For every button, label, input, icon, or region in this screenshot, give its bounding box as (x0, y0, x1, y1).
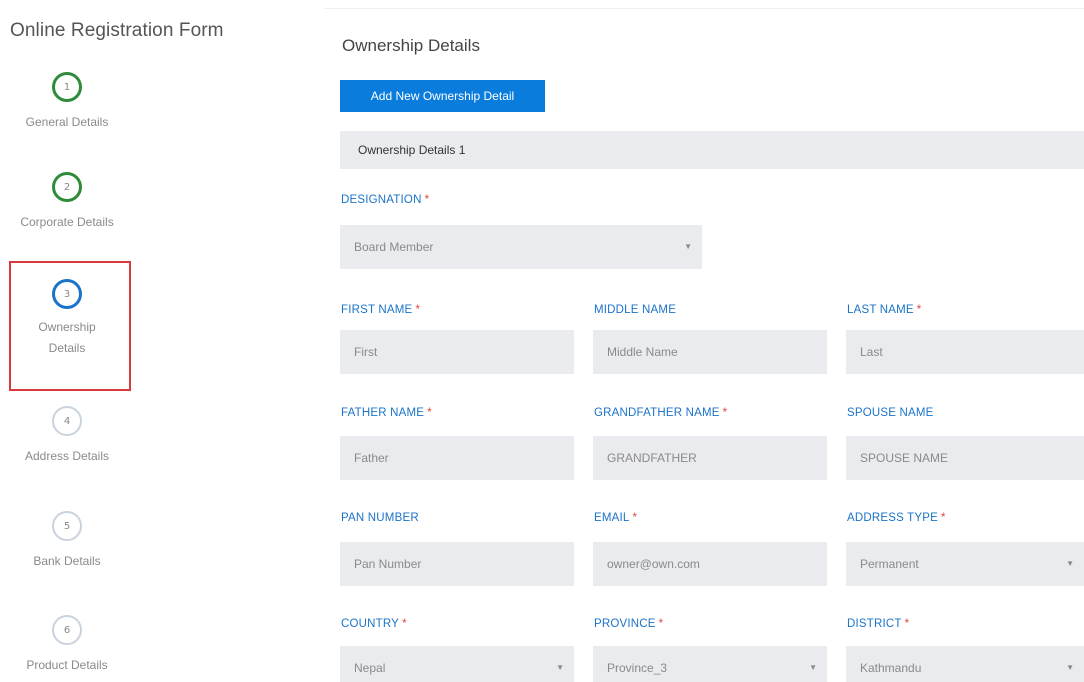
first-name-field[interactable]: First (340, 330, 574, 374)
step-bank-details[interactable]: 5 Bank Details (2, 511, 132, 572)
step-6-icon: 6 (52, 615, 82, 645)
father-name-label: FATHER NAME * (341, 407, 432, 419)
step-address-details[interactable]: 4 Address Details (2, 406, 132, 467)
step-6-label: Product Details (26, 658, 108, 672)
designation-label: DESIGNATION * (341, 194, 430, 206)
step-general-details[interactable]: 1 General Details (2, 72, 132, 133)
step-3-icon: 3 (52, 279, 82, 309)
email-field[interactable]: owner@own.com (593, 542, 827, 586)
district-label: DISTRICT * (847, 618, 910, 630)
ownership-group-title: Ownership Details 1 (358, 143, 466, 157)
province-label: PROVINCE * (594, 618, 664, 630)
step-5-icon: 5 (52, 511, 82, 541)
father-name-field[interactable]: Father (340, 436, 574, 480)
step-product-details[interactable]: 6 Product Details (2, 615, 132, 676)
middle-name-label: MIDDLE NAME (594, 304, 677, 316)
last-name-field[interactable]: Last (846, 330, 1084, 374)
province-select[interactable]: Province_3 ▼ (593, 646, 827, 682)
step-1-label: General Details (25, 115, 109, 129)
spouse-name-label: SPOUSE NAME (847, 407, 934, 419)
step-3-label-line2: Details (48, 341, 86, 355)
province-value: Province_3 (607, 661, 668, 675)
chevron-down-icon: ▼ (1066, 663, 1074, 672)
grandfather-name-field[interactable]: GRANDFATHER (593, 436, 827, 480)
spouse-name-field[interactable]: SPOUSE NAME (846, 436, 1084, 480)
country-label: COUNTRY * (341, 618, 407, 630)
step-4-label: Address Details (24, 449, 110, 463)
district-value: Kathmandu (860, 661, 922, 675)
step-2-icon: 2 (52, 172, 82, 202)
step-2-label: Corporate Details (20, 215, 114, 229)
email-label: EMAIL * (594, 512, 638, 524)
section-title: Ownership Details (342, 36, 480, 55)
chevron-down-icon: ▼ (684, 242, 692, 251)
add-ownership-detail-button[interactable]: Add New Ownership Detail (340, 80, 545, 112)
district-select[interactable]: Kathmandu ▼ (846, 646, 1084, 682)
step-4-icon: 4 (52, 406, 82, 436)
grandfather-name-label: GRANDFATHER NAME * (594, 407, 728, 419)
chevron-down-icon: ▼ (809, 663, 817, 672)
step-1-icon: 1 (52, 72, 82, 102)
step-5-label: Bank Details (33, 554, 101, 568)
registration-sidebar: Online Registration Form 1 General Detai… (0, 0, 250, 682)
designation-select[interactable]: Board Member ▼ (340, 225, 702, 269)
middle-name-field[interactable]: Middle Name (593, 330, 827, 374)
step-3-label-line1: Ownership (38, 320, 96, 334)
form-title: Online Registration Form (10, 20, 224, 41)
pan-number-label: PAN NUMBER (341, 512, 419, 524)
pan-number-field[interactable]: Pan Number (340, 542, 574, 586)
address-type-value: Permanent (860, 557, 919, 571)
address-type-label: ADDRESS TYPE * (847, 512, 946, 524)
step-ownership-details[interactable]: 3 Ownership Details (2, 279, 132, 359)
ownership-group-header[interactable]: Ownership Details 1 (340, 131, 1084, 169)
last-name-label: LAST NAME * (847, 304, 922, 316)
step-corporate-details[interactable]: 2 Corporate Details (2, 172, 132, 233)
address-type-select[interactable]: Permanent ▼ (846, 542, 1084, 586)
country-select[interactable]: Nepal ▼ (340, 646, 574, 682)
country-value: Nepal (354, 661, 386, 675)
chevron-down-icon: ▼ (556, 663, 564, 672)
designation-value: Board Member (354, 240, 434, 254)
divider (324, 8, 1084, 9)
first-name-label: FIRST NAME * (341, 304, 421, 316)
chevron-down-icon: ▼ (1066, 559, 1074, 568)
